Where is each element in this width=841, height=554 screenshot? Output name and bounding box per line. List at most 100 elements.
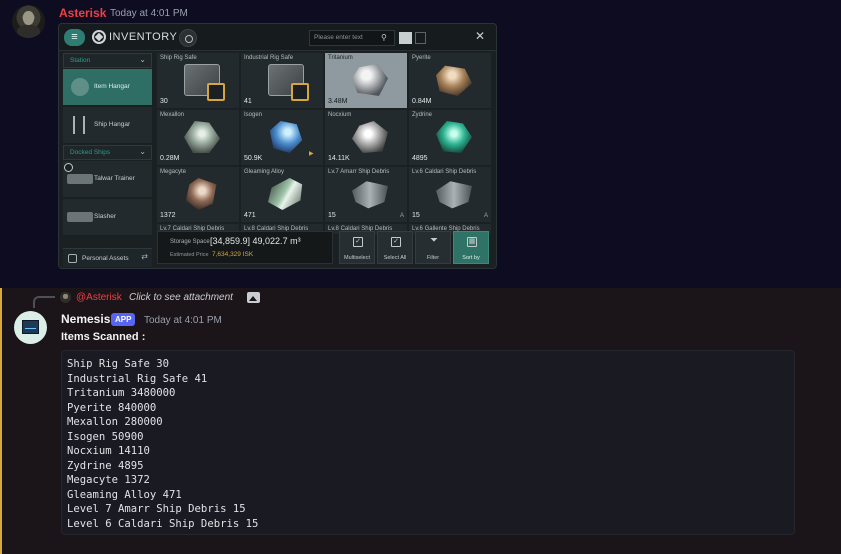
inventory-title: INVENTORY	[109, 31, 178, 43]
sidebar-item-label: Item Hangar	[94, 83, 130, 90]
personal-assets-icon	[68, 254, 77, 263]
code-line: Zydrine 4895	[67, 459, 144, 472]
item-grid: Ship Rig Safe 30 Industrial Rig Safe 41 …	[157, 53, 491, 234]
item-quantity: 15	[412, 212, 420, 219]
item-tile: Isogen ▶ 50.9K	[241, 110, 323, 165]
filter-label: Filter	[426, 255, 440, 261]
item-tile: Zydrine 4895	[409, 110, 491, 165]
item-name: Megacyte	[160, 169, 187, 175]
close-icon: ✕	[475, 29, 486, 43]
chevron-down-icon: ⌄	[139, 147, 146, 156]
station-header-label: Station	[70, 57, 91, 64]
item-quantity: 4895	[412, 155, 428, 162]
avatar[interactable]	[12, 5, 45, 38]
message-nemesis: @Asterisk Click to see attachment Nemesi…	[0, 288, 841, 554]
item-tile: Lv.7 Amarr Ship Debris A 15	[325, 167, 407, 222]
filter-button: ⏷ Filter	[415, 231, 451, 264]
item-name: Nocxium	[328, 112, 352, 118]
item-tile: Nocxium 14.11K	[325, 110, 407, 165]
gleaming-alloy-icon	[268, 178, 303, 210]
item-name: Zydrine	[412, 112, 433, 118]
item-name: Pyerite	[412, 55, 431, 61]
grid-view-icon	[399, 32, 412, 44]
code-line: Ship Rig Safe 30	[67, 358, 170, 370]
storage-panel: Storage Space [34,859.9] 49,022.7 m³ Est…	[157, 231, 333, 264]
message-asterisk: Asterisk Today at 4:01 PM ≡ INVENTORY Pl…	[0, 0, 841, 288]
sort-by-button: ▦ Sort by	[453, 231, 489, 264]
sidebar-item-ship-hangar: Ship Hangar	[63, 107, 152, 144]
item-quantity: 0.28M	[160, 155, 180, 162]
sort-by-label: Sort by	[462, 255, 480, 261]
item-tile: Megacyte 1372	[157, 167, 239, 222]
code-line: Isogen 50900	[67, 430, 144, 443]
reply-mention[interactable]: @Asterisk	[76, 292, 122, 303]
swap-arrows-icon: ⇄	[141, 252, 148, 261]
item-name: Industrial Rig Safe	[244, 55, 294, 61]
trainer-badge-icon	[64, 163, 73, 172]
item-name: Gleaming Alloy	[244, 169, 285, 175]
item-name: Lv.7 Amarr Ship Debris	[328, 169, 390, 175]
zydrine-ore-icon	[436, 121, 472, 153]
sort-grid-icon: ▦	[467, 237, 477, 247]
item-tile-selected: Tritanium 3.48M	[325, 53, 407, 108]
item-quantity: 41	[244, 98, 252, 105]
sidebar-item-slasher: Slasher	[63, 199, 152, 236]
select-all-label: Select All	[383, 255, 407, 261]
ship-icon	[67, 212, 93, 222]
item-quantity: 1372	[160, 212, 176, 219]
app-badge: APP	[111, 313, 136, 326]
list-view-icon	[415, 32, 426, 44]
item-quantity: 471	[244, 212, 256, 219]
tier-badge: A	[483, 213, 488, 219]
sidebar-item-talwar-trainer: Talwar Trainer	[63, 161, 152, 198]
ship-debris-icon	[352, 181, 388, 209]
message-heading: Items Scanned :	[61, 331, 146, 343]
personal-assets: Personal Assets ⇄	[63, 248, 152, 267]
reply-preview[interactable]: Click to see attachment	[129, 292, 233, 303]
checkbox-icon: ✓	[353, 237, 363, 247]
reply-connector	[33, 296, 55, 308]
personal-assets-label: Personal Assets	[82, 255, 129, 262]
multiselect-label: Multiselect	[344, 255, 370, 261]
inventory-screenshot[interactable]: ≡ INVENTORY Please enter text ⚲ ✕ Statio…	[58, 23, 497, 269]
docked-ships-header: Docked Ships ⌄	[63, 145, 152, 160]
item-hangar-icon	[71, 78, 89, 96]
menu-icon: ≡	[64, 29, 85, 46]
megacyte-ore-icon	[185, 178, 217, 210]
storage-value: [34,859.9] 49,022.7 m³	[210, 236, 301, 246]
item-name: Lv.6 Caldari Ship Debris	[412, 169, 477, 175]
avatar[interactable]	[14, 311, 47, 344]
code-line: Level 7 Amarr Ship Debris 15	[67, 503, 246, 515]
item-tile: Gleaming Alloy 471	[241, 167, 323, 222]
item-tile: Pyerite 0.84M	[409, 53, 491, 108]
filter-icon: ⏷	[430, 235, 438, 246]
item-quantity: 0.84M	[412, 98, 432, 105]
ship-hangar-icon	[73, 116, 85, 134]
author-name[interactable]: Asterisk	[59, 6, 106, 20]
checkbox-icon: ✓	[391, 237, 401, 247]
author-name[interactable]: Nemesis	[61, 312, 110, 326]
item-name: Mexallon	[160, 112, 185, 118]
target-icon	[179, 29, 197, 47]
item-name: Isogen	[244, 112, 263, 118]
storage-label: Storage Space	[170, 239, 210, 245]
item-quantity: 15	[328, 212, 336, 219]
item-name: Ship Rig Safe	[160, 55, 197, 61]
item-quantity: 14.11K	[328, 155, 350, 162]
monitor-icon	[22, 320, 39, 334]
reply-avatar	[60, 292, 71, 303]
estimated-price-value: 7,634,329 ISK	[212, 251, 254, 258]
sidebar-item-label: Ship Hangar	[94, 121, 131, 128]
code-line: Industrial Rig Safe 41	[67, 372, 208, 385]
docked-ships-label: Docked Ships	[70, 149, 111, 156]
nocxium-ore-icon	[352, 121, 388, 153]
search-icon: ⚲	[381, 33, 387, 42]
sidebar-item-label: Slasher	[94, 213, 117, 220]
inventory-sidebar: Station ⌄ Item Hangar Ship Hangar Docked…	[63, 53, 152, 267]
timestamp: Today at 4:01 PM	[110, 8, 188, 19]
code-line: Level 6 Caldari Ship Debris 15	[67, 517, 259, 530]
mexallon-ore-icon	[184, 121, 220, 153]
ship-debris-icon	[436, 181, 472, 209]
station-header: Station ⌄	[63, 53, 152, 68]
code-line: Pyerite 840000	[67, 401, 157, 414]
